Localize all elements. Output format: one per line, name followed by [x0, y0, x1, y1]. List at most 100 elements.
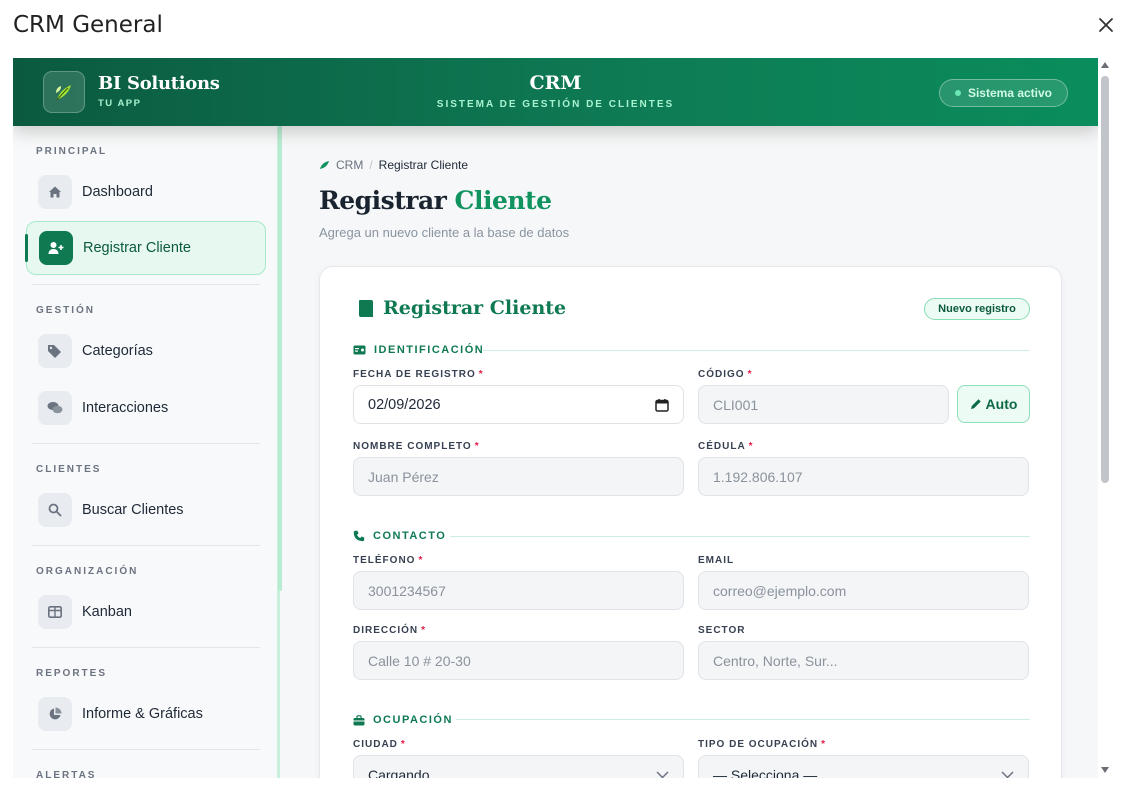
sidebar-item-label: Kanban — [82, 604, 132, 620]
tags-icon — [38, 334, 72, 368]
sector-placeholder: Centro, Norte, Sur... — [713, 652, 838, 669]
search-icon — [38, 493, 72, 527]
app-subtitle: SISTEMA DE GESTIÓN DE CLIENTES — [436, 99, 675, 110]
form-title-text: Registrar Cliente — [383, 297, 567, 319]
sidebar-item-label: Interacciones — [82, 400, 169, 416]
auto-code-button[interactable]: Auto — [957, 385, 1030, 423]
close-button[interactable] — [1093, 12, 1119, 38]
book-icon — [359, 299, 373, 317]
codigo-input[interactable]: CLI001 — [698, 385, 949, 424]
sidebar-item-kanban[interactable]: Kanban — [26, 585, 266, 639]
id-card-icon — [353, 345, 366, 355]
cedula-label: CÉDULA * — [698, 441, 754, 452]
chevron-down-icon — [1001, 771, 1014, 778]
email-placeholder: correo@ejemplo.com — [713, 582, 847, 599]
fecha-value: 02/09/2026 — [368, 396, 441, 413]
direccion-input[interactable]: Calle 10 # 20-30 — [353, 641, 684, 680]
section-divider — [483, 350, 1030, 351]
codigo-label: CÓDIGO * — [698, 369, 753, 380]
direccion-label: DIRECCIÓN * — [353, 625, 427, 636]
sidebar: PRINCIPAL Dashboard Registrar Cliente GE… — [13, 126, 280, 778]
section-title: CONTACTO — [373, 530, 447, 542]
tipo-ocupacion-select[interactable]: — Selecciona — — [698, 755, 1029, 778]
codigo-placeholder: CLI001 — [713, 396, 759, 413]
sidebar-item-informe-graficas[interactable]: Informe & Gráficas — [26, 687, 266, 741]
chat-icon — [38, 391, 72, 425]
briefcase-icon — [353, 714, 365, 725]
status-dot-icon — [954, 90, 961, 96]
user-plus-icon — [39, 231, 73, 265]
page-title-main: Registrar — [319, 186, 447, 215]
ocupacion-label: TIPO DE OCUPACIÓN * — [698, 739, 827, 750]
section-contacto: CONTACTO — [353, 530, 446, 542]
sidebar-section-organizacion: ORGANIZACIÓN — [36, 566, 139, 577]
telefono-placeholder: 3001234567 — [368, 582, 446, 599]
phone-icon — [353, 530, 365, 542]
divider — [32, 284, 260, 285]
divider — [32, 545, 260, 546]
ciudad-value: Cargando... — [368, 766, 442, 779]
kanban-icon — [38, 595, 72, 629]
page-title-accent: Cliente — [454, 186, 552, 215]
fecha-registro-input[interactable]: 02/09/2026 — [353, 385, 684, 424]
ciudad-label: CIUDAD * — [353, 739, 406, 750]
scroll-up-icon[interactable] — [1101, 62, 1109, 68]
breadcrumb-current: Registrar Cliente — [378, 158, 469, 172]
breadcrumb-root[interactable]: CRM — [336, 158, 363, 172]
section-title: OCUPACIÓN — [373, 714, 453, 726]
scrollbar-thumb[interactable] — [1101, 76, 1109, 483]
top-bar: BI Solutions TU APP CRM SISTEMA DE GESTI… — [13, 58, 1098, 126]
sidebar-scrollbar[interactable] — [278, 126, 282, 591]
section-title: IDENTIFICACIÓN — [374, 344, 485, 356]
email-input[interactable]: correo@ejemplo.com — [698, 571, 1029, 610]
sidebar-item-buscar-clientes[interactable]: Buscar Clientes — [26, 483, 266, 537]
pie-chart-icon — [38, 697, 72, 731]
form-title: Registrar Cliente — [358, 297, 566, 319]
status-label: Sistema activo — [967, 86, 1053, 100]
fecha-label: FECHA DE REGISTRO * — [353, 369, 484, 380]
calendar-icon[interactable] — [655, 398, 669, 412]
status-badge: Sistema activo — [939, 79, 1068, 107]
sidebar-item-label: Registrar Cliente — [83, 240, 191, 256]
close-icon — [1099, 18, 1113, 32]
active-indicator — [25, 234, 28, 262]
pencil-icon — [970, 399, 981, 409]
sidebar-section-alertas: ALERTAS — [36, 770, 97, 778]
ciudad-select[interactable]: Cargando... — [353, 755, 684, 778]
sidebar-item-label: Buscar Clientes — [82, 502, 184, 518]
chevron-down-icon — [656, 771, 669, 778]
sidebar-section-reportes: REPORTES — [36, 668, 108, 679]
page-scrollbar[interactable] — [1098, 58, 1112, 778]
sidebar-item-interacciones[interactable]: Interacciones — [26, 381, 266, 435]
sidebar-item-label: Categorías — [82, 343, 153, 359]
sidebar-item-registrar-cliente[interactable]: Registrar Cliente — [26, 221, 266, 275]
sidebar-item-label: Informe & Gráficas — [82, 706, 203, 722]
scroll-down-icon[interactable] — [1101, 767, 1109, 773]
app-frame: BI Solutions TU APP CRM SISTEMA DE GESTI… — [13, 58, 1098, 778]
telefono-input[interactable]: 3001234567 — [353, 571, 684, 610]
email-label: EMAIL — [698, 555, 735, 566]
nombre-input[interactable]: Juan Pérez — [353, 457, 684, 496]
sidebar-item-categorias[interactable]: Categorías — [26, 324, 266, 378]
form-card: Registrar Cliente Nuevo registro IDENTIF… — [319, 266, 1062, 778]
cedula-input[interactable]: 1.192.806.107 — [698, 457, 1029, 496]
sidebar-section-clientes: CLIENTES — [36, 464, 102, 475]
page-description: Agrega un nuevo cliente a la base de dat… — [319, 225, 570, 240]
breadcrumb-separator: / — [369, 158, 373, 172]
app-title: CRM — [529, 72, 582, 94]
telefono-label: TELÉFONO * — [353, 555, 424, 566]
divider — [32, 647, 260, 648]
section-divider — [450, 536, 1030, 537]
sidebar-item-dashboard[interactable]: Dashboard — [26, 165, 266, 219]
sidebar-section-principal: PRINCIPAL — [36, 146, 108, 157]
section-identificacion: IDENTIFICACIÓN — [353, 344, 484, 356]
page-title: Registrar Cliente — [319, 186, 552, 215]
sidebar-section-gestion: GESTIÓN — [36, 305, 96, 316]
direccion-placeholder: Calle 10 # 20-30 — [368, 652, 471, 669]
divider — [32, 749, 260, 750]
divider — [32, 443, 260, 444]
auto-button-label: Auto — [985, 396, 1018, 412]
nombre-label: NOMBRE COMPLETO * — [353, 441, 480, 452]
ocupacion-value: — Selecciona — — [713, 766, 818, 779]
sector-input[interactable]: Centro, Norte, Sur... — [698, 641, 1029, 680]
